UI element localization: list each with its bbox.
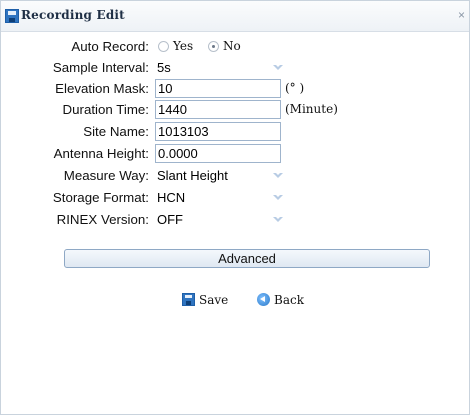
window-title: Recording Edit — [21, 8, 125, 22]
duration-time-label: Duration Time: — [62, 102, 149, 117]
rinex-version-value: OFF — [157, 212, 183, 227]
auto-record-yes-label[interactable]: Yes — [173, 39, 193, 53]
antenna-height-input[interactable]: 0.0000 — [155, 144, 281, 163]
duration-time-unit: (Minute) — [285, 102, 338, 116]
row-rinex-version: RINEX Version: OFF — [1, 210, 469, 230]
row-antenna-height: Antenna Height: 0.0000 — [1, 144, 469, 164]
chevron-down-icon[interactable] — [273, 64, 283, 70]
row-duration-time: Duration Time: 1440 (Minute) — [1, 100, 469, 120]
auto-record-yes-radio[interactable] — [158, 41, 169, 52]
back-arrow-icon — [257, 293, 270, 306]
rinex-version-select[interactable]: OFF — [155, 210, 283, 228]
sample-interval-value: 5s — [157, 60, 171, 75]
save-disk-icon — [182, 293, 195, 306]
storage-format-value: HCN — [157, 190, 186, 205]
row-sample-interval: Sample Interval: 5s — [1, 58, 469, 78]
antenna-height-label: Antenna Height: — [53, 146, 149, 161]
save-button-label[interactable]: Save — [199, 293, 228, 307]
auto-record-no-radio[interactable] — [208, 41, 219, 52]
site-name-input[interactable]: 1013103 — [155, 122, 281, 141]
sample-interval-label: Sample Interval: — [52, 60, 149, 75]
row-site-name: Site Name: 1013103 — [1, 122, 469, 142]
sample-interval-select[interactable]: 5s — [155, 58, 283, 76]
chevron-down-icon[interactable] — [273, 172, 283, 178]
elevation-mask-unit: (° ) — [285, 81, 305, 95]
measure-way-label: Measure Way: — [63, 168, 149, 183]
measure-way-select[interactable]: Slant Height — [155, 166, 283, 184]
advanced-button[interactable]: Advanced — [64, 249, 430, 268]
auto-record-label: Auto Record: — [71, 39, 149, 54]
chevron-down-icon[interactable] — [273, 216, 283, 222]
auto-record-no-label[interactable]: No — [223, 39, 241, 53]
elevation-mask-input[interactable]: 10 — [155, 79, 281, 98]
measure-way-value: Slant Height — [157, 168, 228, 183]
back-button-label[interactable]: Back — [274, 293, 304, 307]
duration-time-input[interactable]: 1440 — [155, 100, 281, 119]
row-auto-record: Auto Record: Yes No — [1, 37, 469, 57]
storage-format-label: Storage Format: — [52, 190, 149, 205]
site-name-label: Site Name: — [83, 124, 149, 139]
row-measure-way: Measure Way: Slant Height — [1, 166, 469, 186]
rinex-version-label: RINEX Version: — [56, 212, 149, 227]
chevron-down-icon[interactable] — [273, 194, 283, 200]
storage-format-select[interactable]: HCN — [155, 188, 283, 206]
row-elevation-mask: Elevation Mask: 10 (° ) — [1, 79, 469, 99]
save-disk-icon — [5, 9, 19, 23]
row-storage-format: Storage Format: HCN — [1, 188, 469, 208]
title-bar: Recording Edit × — [1, 1, 469, 32]
elevation-mask-label: Elevation Mask: — [55, 81, 149, 96]
recording-edit-window: Recording Edit × Auto Record: Yes No Sam… — [0, 0, 470, 415]
close-icon[interactable]: × — [458, 8, 465, 22]
